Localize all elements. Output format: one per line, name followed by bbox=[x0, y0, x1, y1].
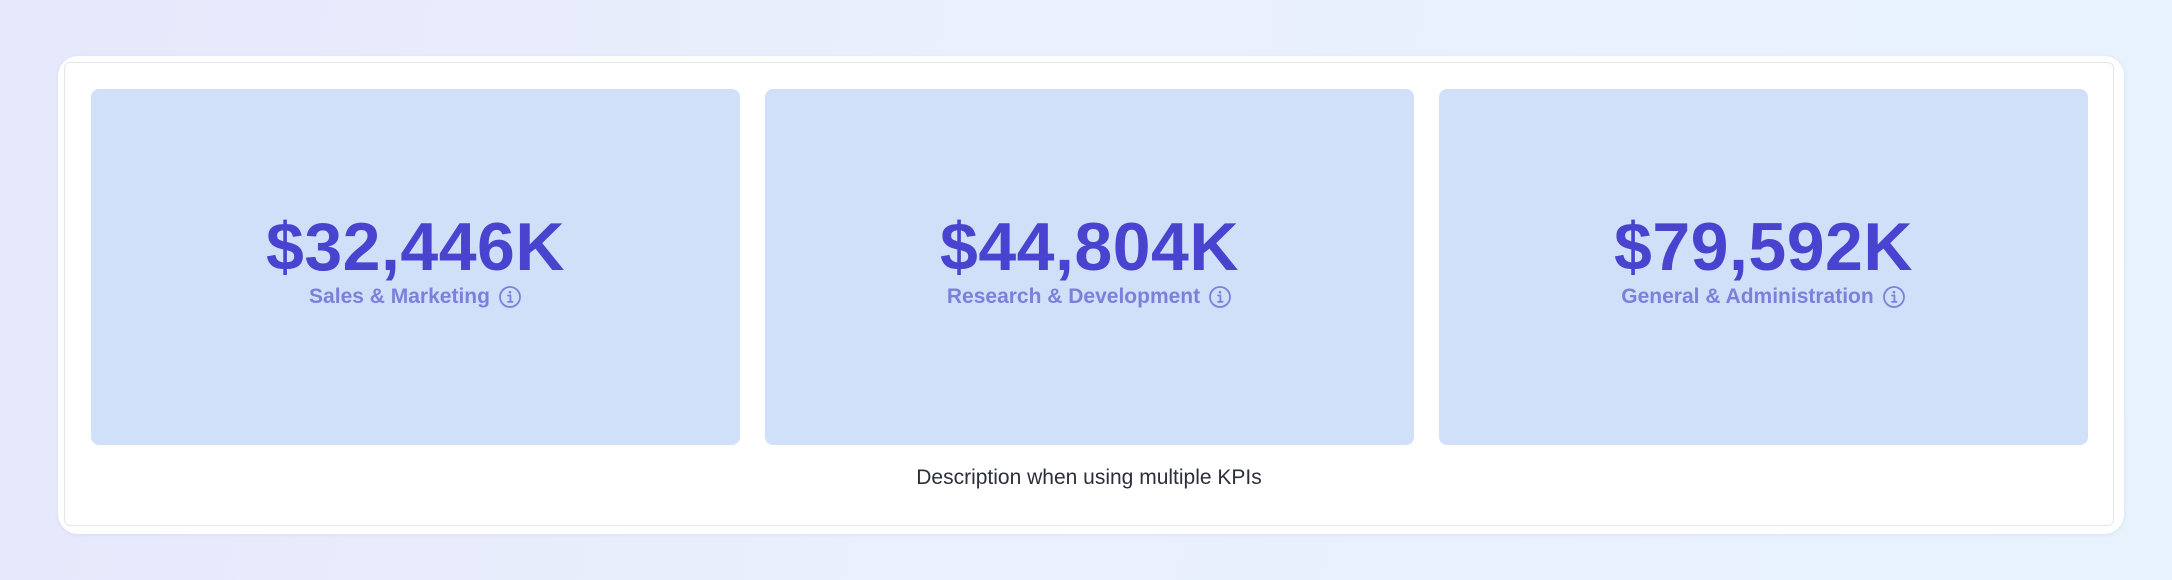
info-icon[interactable] bbox=[1208, 285, 1232, 309]
kpi-label: Research & Development bbox=[946, 285, 1201, 308]
kpi-label: General & Administration bbox=[1621, 285, 1874, 308]
kpi-description: Description when using multiple KPIs bbox=[916, 466, 1262, 489]
kpi-label-row: Sales & Marketing bbox=[309, 285, 522, 309]
kpi-value: $44,804K bbox=[940, 209, 1239, 285]
kpi-value: $79,592K bbox=[1614, 209, 1913, 285]
kpi-panel: $32,446K Sales & Marketing $44,804K Rese… bbox=[64, 62, 2114, 526]
kpi-row: $32,446K Sales & Marketing $44,804K Rese… bbox=[91, 89, 2088, 445]
kpi-tile-research-development: $44,804K Research & Development bbox=[765, 89, 1414, 445]
kpi-label-row: Research & Development bbox=[947, 285, 1232, 309]
kpi-tile-sales-marketing: $32,446K Sales & Marketing bbox=[91, 89, 740, 445]
kpi-label-row: General & Administration bbox=[1621, 285, 1905, 309]
info-icon[interactable] bbox=[498, 285, 522, 309]
kpi-label: Sales & Marketing bbox=[309, 285, 490, 308]
kpi-value: $32,446K bbox=[266, 209, 565, 285]
info-icon[interactable] bbox=[1882, 285, 1906, 309]
kpi-tile-general-administration: $79,592K General & Administration bbox=[1439, 89, 2088, 445]
kpi-card-container: $32,446K Sales & Marketing $44,804K Rese… bbox=[58, 56, 2124, 534]
